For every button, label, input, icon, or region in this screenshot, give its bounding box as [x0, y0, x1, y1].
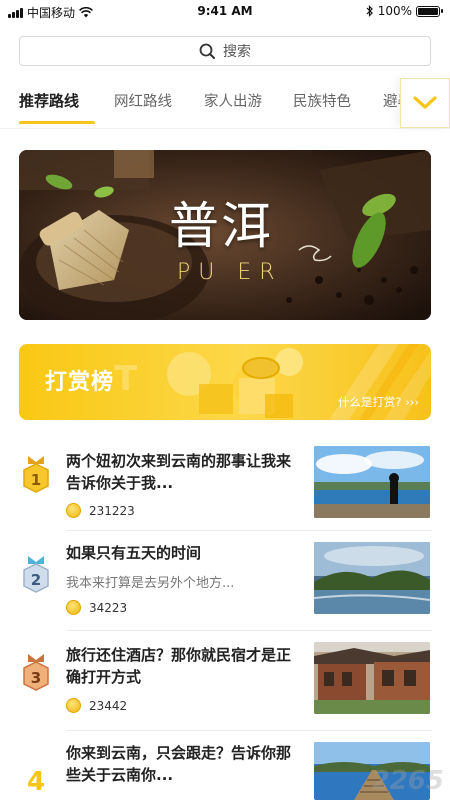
tab-recommended[interactable]: 推荐路线: [19, 90, 79, 111]
item-title: 两个妞初次来到云南的那事让我来告诉你关于我...: [66, 452, 292, 492]
tab-active-indicator: [19, 121, 95, 124]
search-icon: [199, 43, 215, 59]
item-title: 如果只有五天的时间: [66, 544, 202, 562]
item-reward-count: 231223: [66, 503, 135, 518]
status-bar: 中国移动 9:41 AM 100%: [0, 0, 450, 24]
list-item[interactable]: 2 如果只有五天的时间 我本来打算是去另外个地方... 34223: [0, 540, 450, 640]
reward-banner[interactable]: T 打赏榜 什么是打赏? ›››: [19, 344, 431, 420]
bronze-medal-icon: 3: [23, 654, 49, 691]
svg-text:T: T: [114, 359, 138, 399]
tab-ethnic[interactable]: 民族特色: [293, 90, 351, 111]
item-thumbnail: [314, 642, 430, 714]
item-title: 你来到云南，只会跟走？告诉你那些关于云南你...: [66, 744, 292, 784]
status-right: 100%: [366, 4, 443, 18]
watermark: 2265: [371, 766, 444, 796]
battery-icon: [416, 5, 443, 17]
search-input[interactable]: 搜索: [19, 36, 431, 66]
silver-medal-icon: 2: [23, 556, 49, 593]
battery-percent: 100%: [377, 4, 412, 18]
rank-4-label: 4: [27, 767, 45, 797]
item-thumbnail: [314, 542, 430, 614]
count-value: 231223: [89, 503, 135, 518]
tab-internet-famous[interactable]: 网红路线: [114, 90, 172, 111]
item-reward-count: 23442: [66, 698, 127, 713]
banner[interactable]: 普洱 PU ER: [19, 150, 431, 320]
rank-number: 1: [31, 471, 41, 489]
list-item[interactable]: 1 两个妞初次来到云南的那事让我来告诉你关于我... 231223: [0, 440, 450, 540]
rank-number: 4: [27, 767, 45, 797]
banner-subtitle: PU ER: [177, 260, 283, 285]
tab-expand-button[interactable]: [400, 78, 450, 128]
category-tabs: 推荐路线 网红路线 家人出游 民族特色 避暑: [0, 80, 450, 124]
list-divider: [66, 530, 432, 531]
tab-family[interactable]: 家人出游: [204, 90, 262, 111]
coin-icon: [66, 698, 81, 713]
list-item[interactable]: 3 旅行还住酒店？那你就民宿才是正确打开方式 23442: [0, 640, 450, 740]
bluetooth-icon: [366, 5, 373, 17]
reward-title: 打赏榜: [45, 370, 115, 395]
item-reward-count: 34223: [66, 600, 127, 615]
count-value: 23442: [89, 698, 128, 713]
count-value: 34223: [89, 600, 128, 615]
coin-icon: [66, 600, 81, 615]
item-description: 我本来打算是去另外个地方...: [66, 576, 235, 591]
item-title: 旅行还住酒店？那你就民宿才是正确打开方式: [66, 646, 292, 686]
banner-title: 普洱: [169, 197, 273, 255]
chevron-down-icon: [413, 96, 437, 109]
item-thumbnail: [314, 446, 430, 518]
tabs-divider: [0, 128, 450, 129]
coin-icon: [66, 503, 81, 518]
rank-number: 2: [31, 571, 41, 589]
search-placeholder: 搜索: [223, 44, 251, 60]
rank-number: 3: [31, 669, 41, 687]
list-divider: [66, 630, 432, 631]
reward-help-link[interactable]: 什么是打赏? ›››: [338, 394, 419, 410]
list-divider: [66, 730, 432, 731]
gold-medal-icon: 1: [23, 456, 49, 493]
